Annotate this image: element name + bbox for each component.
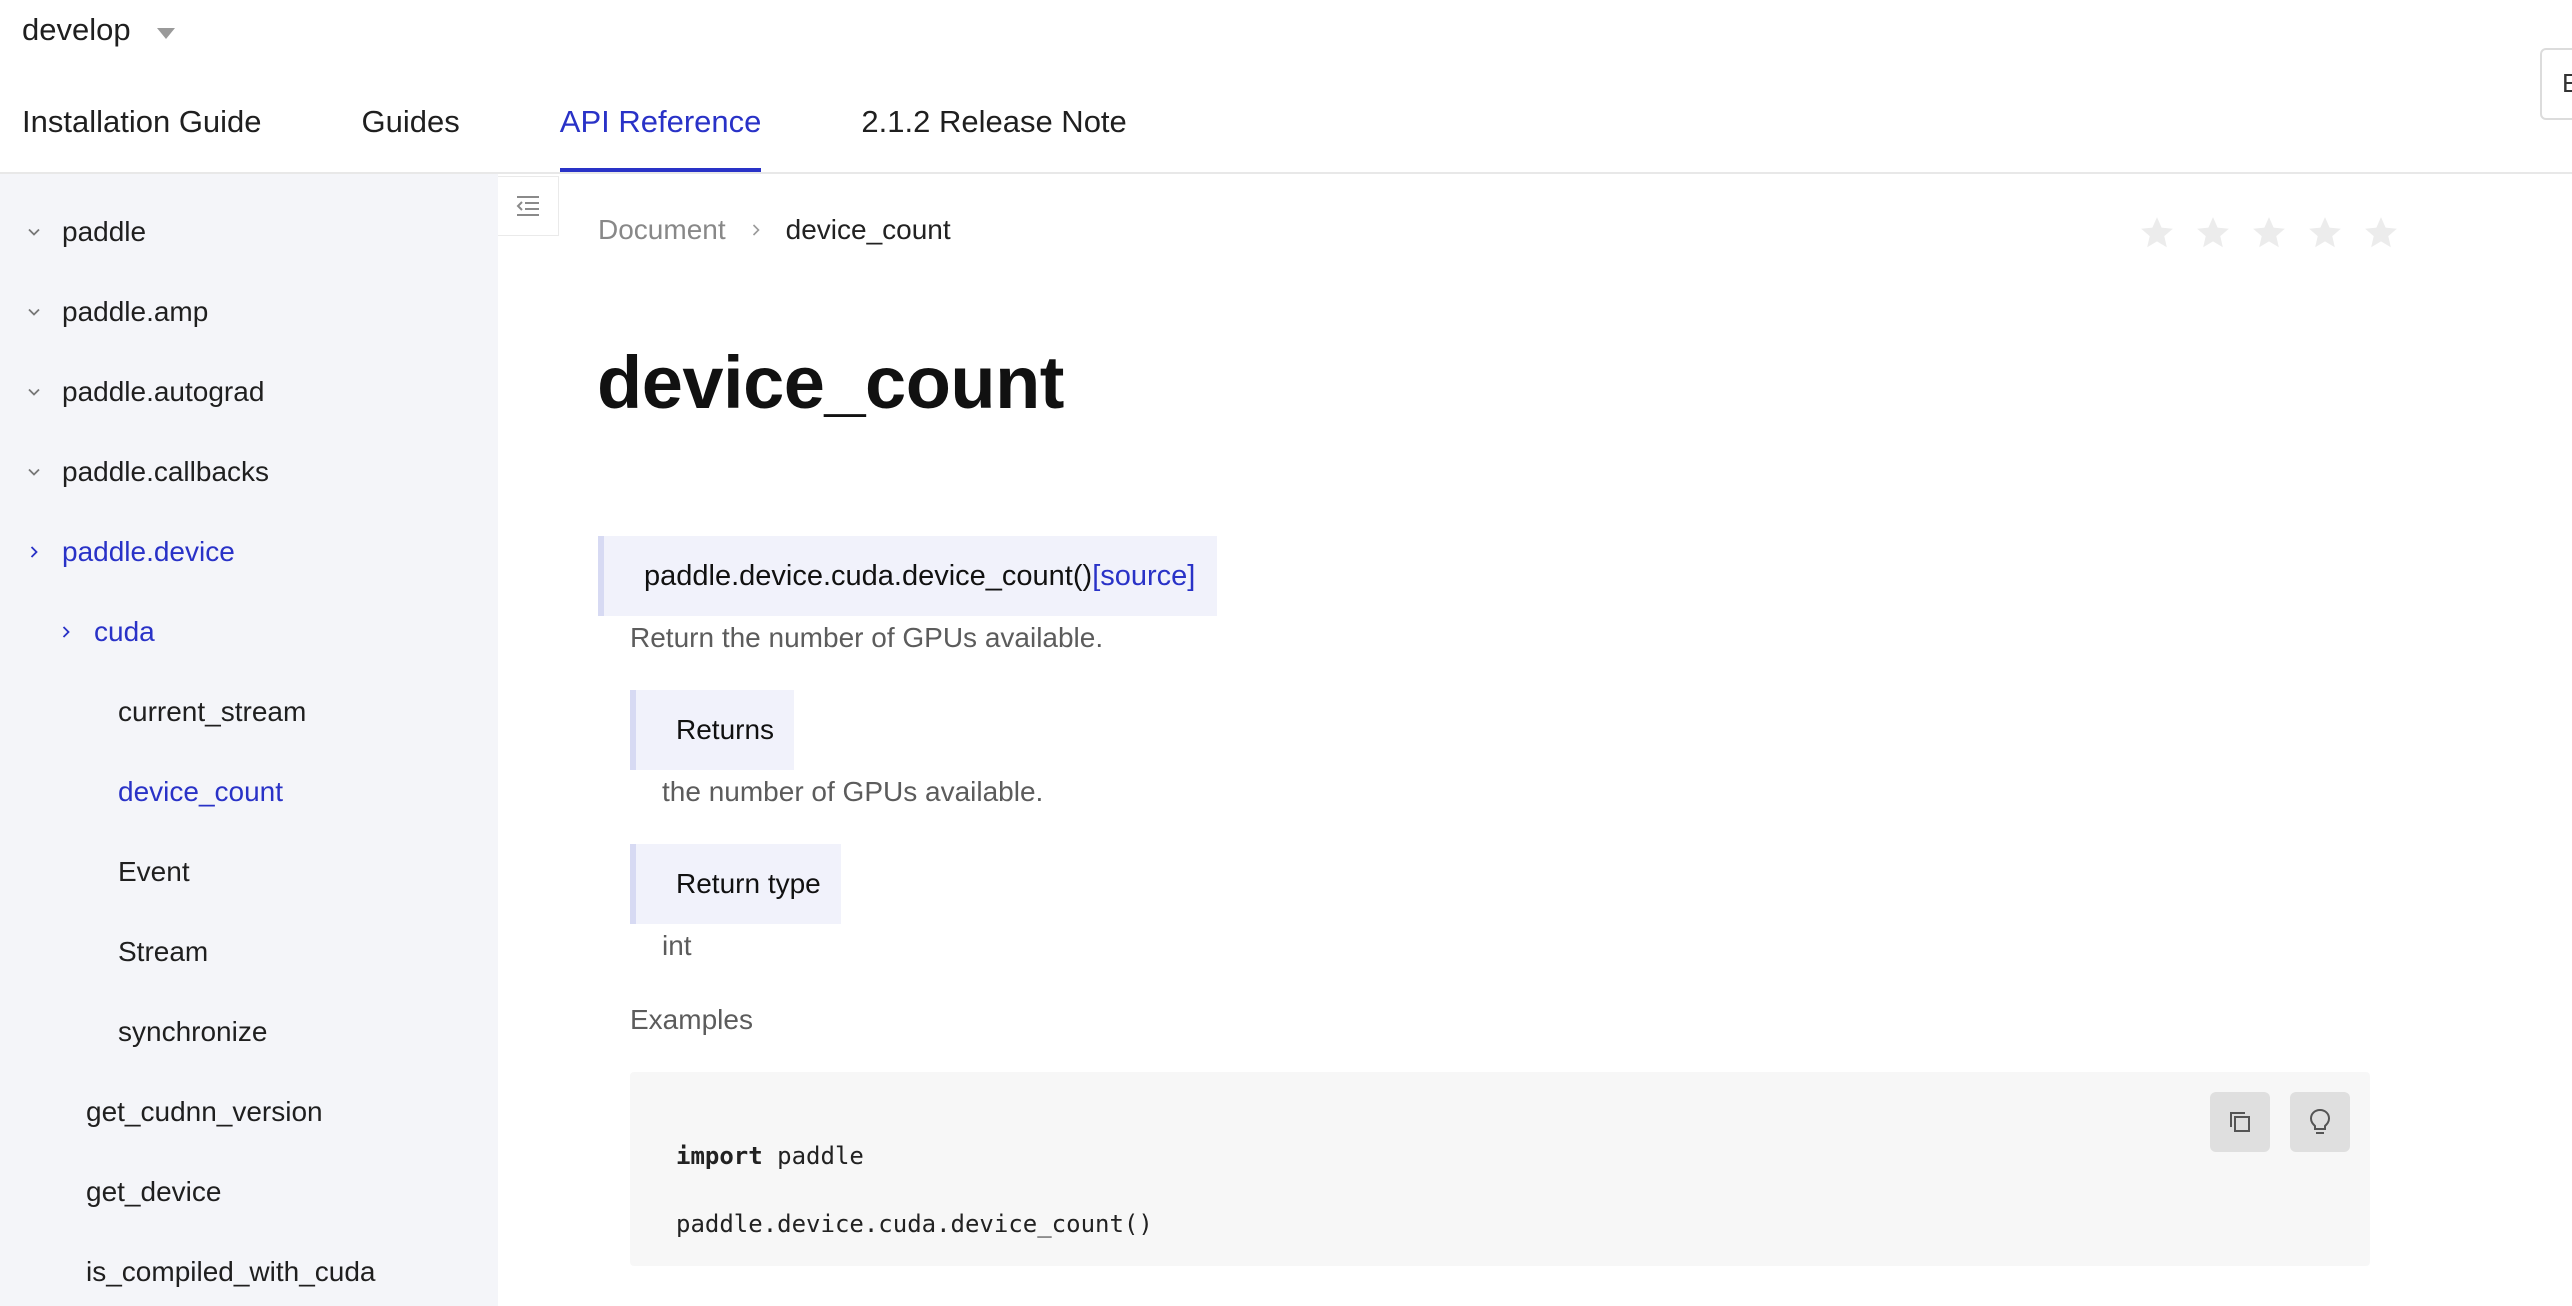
sidebar-item-paddle-autograd[interactable]: paddle.autograd (22, 376, 264, 408)
breadcrumb: Document device_count (598, 214, 951, 246)
chevron-down-icon (22, 304, 46, 320)
code-line2: paddle.device.cuda.device_count() (676, 1210, 1153, 1238)
sidebar-item-label: paddle.autograd (62, 376, 265, 407)
return-type-label: Return type (630, 844, 841, 924)
sidebar-item-get-device[interactable]: get_device (86, 1176, 221, 1208)
sidebar-item-is-compiled-with-cuda[interactable]: is_compiled_with_cuda (86, 1256, 376, 1288)
sidebar-item-paddle-amp[interactable]: paddle.amp (22, 296, 208, 328)
sidebar-item-paddle[interactable]: paddle (22, 216, 146, 248)
run-code-button[interactable] (2290, 1092, 2350, 1152)
chevron-down-icon (22, 224, 46, 240)
sidebar-item-label: paddle (62, 216, 147, 247)
top-header: develop Installation Guide Guides API Re… (0, 0, 2572, 174)
collapse-menu-icon (516, 196, 539, 216)
sidebar-item-label: paddle.callbacks (62, 456, 270, 487)
chevron-down-icon (22, 384, 46, 400)
examples-label: Examples (630, 1004, 753, 1035)
star-icon[interactable] (2362, 214, 2400, 252)
code-text: import paddle paddle.device.cuda.device_… (676, 1122, 1153, 1258)
code-keyword: import (676, 1142, 763, 1170)
sidebar-item-synchronize[interactable]: synchronize (118, 1016, 267, 1048)
version-selector[interactable]: develop (22, 12, 175, 48)
language-button[interactable]: E (2540, 48, 2572, 120)
sidebar-item-device-count[interactable]: device_count (118, 776, 283, 808)
page-title: device_count (597, 341, 1064, 424)
copy-code-button[interactable] (2210, 1092, 2270, 1152)
chevron-right-icon (54, 624, 78, 640)
source-link[interactable]: [source] (1092, 560, 1195, 593)
sidebar-item-get-cudnn-version[interactable]: get_cudnn_version (86, 1096, 323, 1128)
sidebar-item-event[interactable]: Event (118, 856, 190, 888)
star-icon[interactable] (2138, 214, 2176, 252)
sidebar-item-stream[interactable]: Stream (118, 936, 208, 968)
sidebar-toggle-button[interactable] (498, 176, 559, 236)
returns-text: the number of GPUs available. (662, 776, 1044, 807)
api-signature: paddle.device.cuda.device_count() [sourc… (598, 536, 1218, 616)
breadcrumb-current: device_count (785, 214, 951, 245)
sidebar: paddle paddle.amp paddle.autograd paddle… (0, 174, 498, 1306)
breadcrumb-root[interactable]: Document (598, 214, 726, 246)
code-line1-rest: paddle (762, 1142, 864, 1170)
tab-api-reference[interactable]: API Reference (559, 86, 761, 172)
chevron-right-icon (22, 544, 46, 560)
star-icon[interactable] (2194, 214, 2232, 252)
rating-stars (2138, 214, 2400, 252)
sidebar-item-current-stream[interactable]: current_stream (118, 696, 306, 728)
tab-installation-guide[interactable]: Installation Guide (22, 86, 262, 172)
tab-guides[interactable]: Guides (362, 86, 460, 172)
version-label: develop (22, 12, 131, 47)
star-icon[interactable] (2250, 214, 2288, 252)
signature-text: paddle.device.cuda.device_count() (644, 559, 1093, 592)
sidebar-item-paddle-callbacks[interactable]: paddle.callbacks (22, 456, 269, 488)
returns-label: Returns (630, 690, 795, 770)
chevron-down-icon (22, 464, 46, 480)
code-example: import paddle paddle.device.cuda.device_… (630, 1072, 2370, 1266)
chevron-right-icon (748, 222, 764, 238)
main-nav: Installation Guide Guides API Reference … (22, 86, 1227, 172)
tab-release-note[interactable]: 2.1.2 Release Note (861, 86, 1126, 172)
sidebar-item-paddle-device[interactable]: paddle.device (22, 536, 235, 568)
return-type-text: int (662, 930, 692, 961)
star-icon[interactable] (2306, 214, 2344, 252)
caret-down-icon (156, 27, 175, 39)
sidebar-item-label: cuda (94, 616, 155, 647)
sidebar-item-label: paddle.device (62, 536, 235, 567)
copy-icon (2230, 1112, 2250, 1132)
sidebar-item-label: paddle.amp (62, 296, 209, 327)
sidebar-item-cuda[interactable]: cuda (54, 616, 155, 648)
api-description: Return the number of GPUs available. (630, 622, 1104, 653)
lightbulb-icon (2309, 1108, 2331, 1134)
